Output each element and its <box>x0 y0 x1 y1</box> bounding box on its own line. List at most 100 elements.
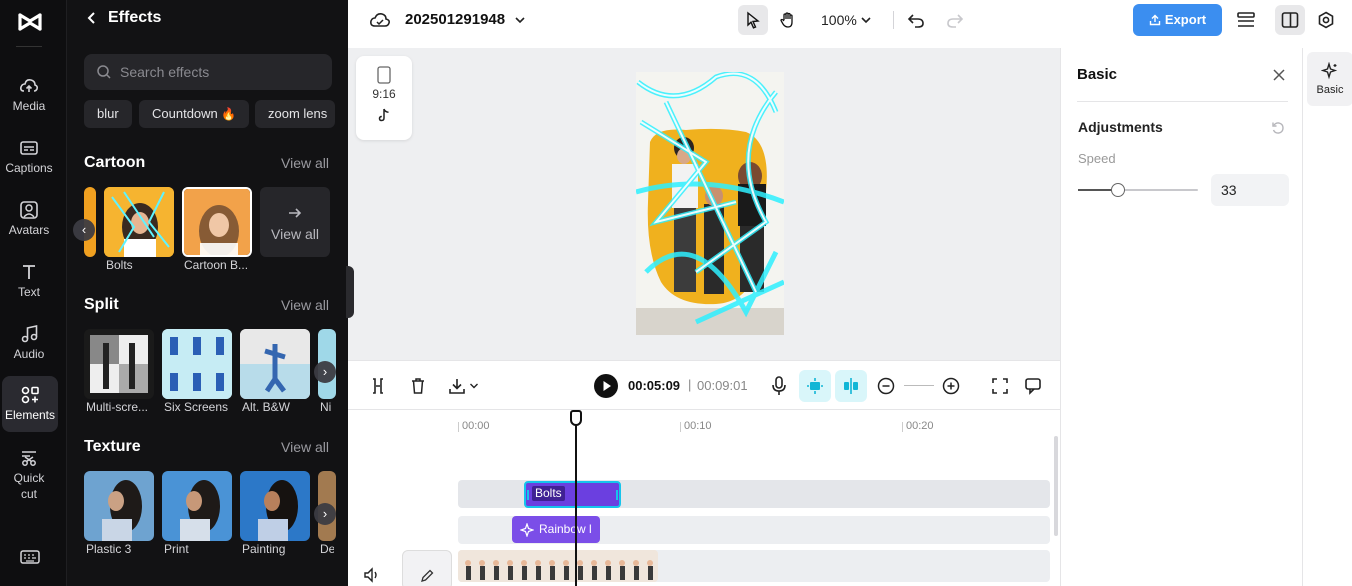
speed-label: Speed <box>1078 151 1116 166</box>
effect-thumb-six-screens[interactable] <box>162 329 232 399</box>
speed-value-input[interactable] <box>1211 174 1289 206</box>
comment-icon[interactable] <box>1024 377 1042 395</box>
timeline-toolbar: 00:05:09 | 00:09:01 <box>348 360 1060 410</box>
rail-item-text[interactable]: Text <box>0 262 58 318</box>
divider <box>893 11 894 29</box>
scroll-left-cartoon[interactable]: ‹ <box>73 219 95 241</box>
rail-item-media[interactable]: Media <box>0 76 58 132</box>
clip-bolts[interactable]: Bolts <box>524 481 621 508</box>
chevron-down-icon[interactable] <box>469 381 479 391</box>
project-name[interactable]: 202501291948 <box>405 11 505 28</box>
hand-tool-button[interactable] <box>773 5 803 35</box>
panel-layout-button[interactable] <box>1275 5 1305 35</box>
view-all-texture[interactable]: View all <box>281 439 329 455</box>
trash-icon[interactable] <box>410 377 426 395</box>
sparkle-icon <box>1321 62 1338 80</box>
clip-trim-handle-right[interactable] <box>616 490 618 500</box>
aspect-ratio-card[interactable]: 9:16 <box>356 56 412 140</box>
speed-slider-handle[interactable] <box>1110 183 1125 197</box>
tab-basic-label: Basic <box>1316 84 1344 96</box>
export-button[interactable]: Export <box>1133 4 1222 36</box>
search-box[interactable] <box>84 54 332 90</box>
panel-title: Effects <box>108 9 162 26</box>
effect-thumb-alt-bw[interactable] <box>240 329 310 399</box>
close-icon[interactable] <box>1272 68 1286 82</box>
playhead-handle[interactable] <box>570 410 582 426</box>
rail-item-elements[interactable]: Elements <box>2 376 58 432</box>
effect-thumb-multi-screen[interactable] <box>84 329 154 399</box>
timeline-zoom-slider[interactable] <box>904 385 934 386</box>
view-all-cartoon[interactable]: View all <box>281 155 329 171</box>
bolts-preview <box>104 187 174 257</box>
clip-video[interactable] <box>458 550 658 582</box>
effect-label: De <box>320 542 334 556</box>
undo-icon[interactable] <box>907 11 925 29</box>
cartoon-preview <box>184 189 250 255</box>
scroll-right-split[interactable]: › <box>314 361 336 383</box>
chip-countdown[interactable]: Countdown 🔥 <box>139 100 250 128</box>
view-all-split[interactable]: View all <box>281 297 329 313</box>
scroll-right-texture[interactable]: › <box>314 503 336 525</box>
clip-trim-handle-left[interactable] <box>527 490 529 500</box>
select-tool-button[interactable] <box>738 5 768 35</box>
chip-label: Countdown <box>152 106 218 121</box>
clip-rainbow[interactable]: Rainbow l <box>512 516 600 543</box>
keyboard-icon[interactable] <box>20 549 40 565</box>
effect-thumb-cartoon-b[interactable] <box>182 187 252 257</box>
back-arrow-icon[interactable] <box>85 10 99 26</box>
collapse-panel-handle[interactable] <box>346 266 354 318</box>
microphone-icon[interactable] <box>771 376 787 396</box>
chip-zoom-lens[interactable]: zoom lens <box>255 100 335 128</box>
tab-basic[interactable]: Basic <box>1307 52 1352 106</box>
divider <box>1077 101 1288 102</box>
cloud-sync-icon[interactable] <box>369 11 391 29</box>
rail-item-quick-cut[interactable]: Quick cut <box>0 448 58 508</box>
fullscreen-icon[interactable] <box>991 377 1009 395</box>
section-title-texture: Texture <box>84 438 141 455</box>
redo-icon[interactable] <box>946 11 964 29</box>
right-tab-bar: Basic <box>1302 48 1352 586</box>
chevron-down-icon[interactable] <box>860 14 872 26</box>
current-time: 00:05:09 <box>628 378 681 393</box>
view-all-tile[interactable]: View all <box>260 187 330 257</box>
elements-icon <box>21 386 39 404</box>
chip-blur[interactable]: blur <box>84 100 132 128</box>
linkage-button[interactable] <box>835 370 867 402</box>
effect-label: Painting <box>242 542 286 556</box>
pencil-icon <box>421 569 434 582</box>
rail-label: Audio <box>13 347 45 361</box>
play-button[interactable] <box>594 374 618 398</box>
capcut-logo-icon[interactable] <box>16 8 44 36</box>
gear-icon[interactable] <box>1317 11 1335 29</box>
layers-icon[interactable] <box>1236 10 1256 30</box>
effect-thumb-print[interactable] <box>162 471 232 541</box>
speed-slider[interactable] <box>1078 183 1198 197</box>
effect-thumb-bolts[interactable] <box>104 187 174 257</box>
timeline-scrollbar[interactable] <box>1054 436 1058 536</box>
zoom-in-icon[interactable] <box>942 377 960 395</box>
video-preview[interactable] <box>636 72 784 335</box>
view-all-tile-label: View all <box>271 226 319 242</box>
plastic-preview <box>84 471 154 541</box>
chevron-down-icon[interactable] <box>514 14 526 26</box>
volume-icon[interactable] <box>363 567 381 583</box>
section-title-cartoon: Cartoon <box>84 154 146 171</box>
zoom-level[interactable]: 100% <box>821 12 857 28</box>
phone-icon <box>377 66 391 84</box>
cloud-upload-icon <box>20 79 39 92</box>
rail-item-avatars[interactable]: Avatars <box>0 200 58 256</box>
zoom-out-icon[interactable] <box>877 377 895 395</box>
search-input[interactable] <box>120 54 320 90</box>
effect-thumb-painting[interactable] <box>240 471 310 541</box>
auto-snap-button[interactable] <box>799 370 831 402</box>
cover-edit-button[interactable] <box>402 550 452 586</box>
rail-label: Media <box>12 99 46 113</box>
rail-item-audio[interactable]: Audio <box>0 324 58 380</box>
split-clip-icon[interactable] <box>370 377 386 395</box>
rail-item-captions[interactable]: Captions <box>0 138 58 194</box>
playhead[interactable] <box>575 424 577 586</box>
reset-icon[interactable] <box>1271 121 1285 135</box>
download-icon[interactable] <box>448 377 466 395</box>
captions-icon <box>20 141 38 155</box>
effect-thumb-plastic-3[interactable] <box>84 471 154 541</box>
